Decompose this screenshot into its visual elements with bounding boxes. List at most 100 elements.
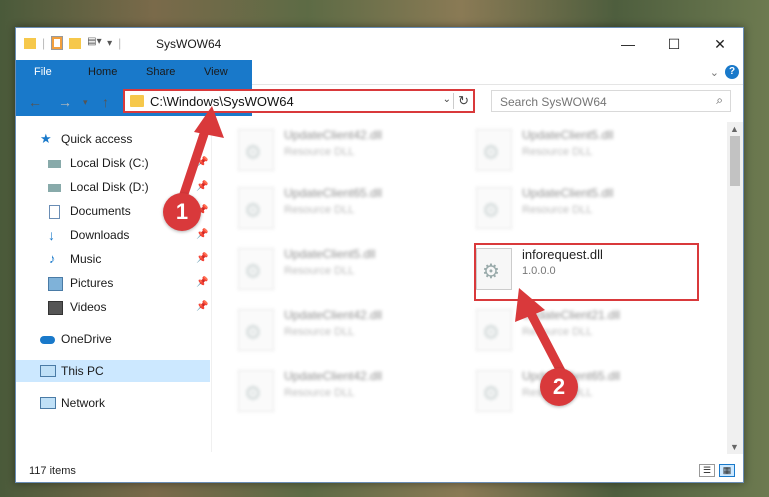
file-name: UpdateClient65.dll <box>284 186 383 200</box>
quick-access-toolbar: | ▤▾ ▾ | <box>24 36 121 50</box>
drive-icon <box>48 160 61 168</box>
music-icon: ♪ <box>49 251 56 266</box>
cloud-icon <box>40 336 55 344</box>
customize-icon[interactable]: ▤▾ <box>87 36 101 50</box>
nav-this-pc[interactable]: This PC <box>16 360 210 382</box>
new-folder-icon[interactable] <box>69 37 82 49</box>
pin-icon[interactable]: 📌 <box>196 272 208 294</box>
scroll-up-icon[interactable]: ▲ <box>730 124 739 134</box>
file-list: ⚙ UpdateClient42.dll Resource DLL ⚙ Upda… <box>216 122 726 454</box>
title-bar: | ▤▾ ▾ | SysWOW64 — ☐ ✕ <box>16 28 743 60</box>
tab-view[interactable]: View <box>190 60 242 84</box>
qa-dropdown-icon[interactable]: ▾ <box>107 38 112 49</box>
gear-icon: ⚙ <box>482 142 500 164</box>
address-row: ← → ▾ ↑ C:\Windows\SysWOW64 ⌄ ↻ ⌕ <box>16 85 743 119</box>
gear-icon: ⚙ <box>244 200 262 222</box>
item-count: 117 items <box>29 465 76 477</box>
search-icon[interactable]: ⌕ <box>716 93 723 108</box>
up-icon[interactable]: ↑ <box>102 94 109 110</box>
gear-icon: ⚙ <box>482 383 500 405</box>
file-type: Resource DLL <box>284 265 355 277</box>
drive-icon <box>48 184 61 192</box>
nav-label: Documents <box>70 204 131 218</box>
nav-label: Local Disk (D:) <box>70 180 149 194</box>
list-item[interactable]: ⚙ UpdateClient5.dll Resource DLL <box>454 122 654 178</box>
pictures-icon <box>48 277 63 291</box>
nav-label: Music <box>70 252 102 266</box>
refresh-icon[interactable]: ↻ <box>453 93 469 109</box>
nav-network[interactable]: Network <box>16 392 210 414</box>
nav-onedrive[interactable]: OneDrive <box>16 328 210 350</box>
step-badge-2: 2 <box>540 368 578 406</box>
search-input[interactable] <box>498 92 702 112</box>
file-type: Resource DLL <box>284 146 355 158</box>
file-name: UpdateClient5.dll <box>522 128 614 142</box>
scroll-down-icon[interactable]: ▼ <box>730 442 739 452</box>
nav-label: Network <box>61 396 106 410</box>
gear-icon: ⚙ <box>482 322 500 344</box>
gear-icon: ⚙ <box>244 322 262 344</box>
file-name: UpdateClient5.dll <box>522 186 614 200</box>
separator: | <box>118 36 122 50</box>
file-name: UpdateClient5.dll <box>284 247 376 261</box>
vertical-scrollbar[interactable]: ▲ ▼ <box>727 122 743 454</box>
nav-item-videos[interactable]: Videos 📌 <box>16 296 210 318</box>
gear-icon: ⚙ <box>244 142 262 164</box>
list-item[interactable]: ⚙ UpdateClient42.dll Resource DLL <box>216 363 416 419</box>
videos-icon <box>48 301 63 315</box>
nav-item-pictures[interactable]: Pictures 📌 <box>16 272 210 294</box>
recent-locations-icon[interactable]: ▾ <box>83 97 88 108</box>
list-item[interactable]: ⚙ UpdateClient42.dll Resource DLL <box>216 122 416 178</box>
forward-icon[interactable]: → <box>58 94 72 110</box>
file-type: Resource DLL <box>522 146 593 158</box>
gear-icon: ⚙ <box>482 200 500 222</box>
list-item[interactable]: ⚙ UpdateClient65.dll Resource DLL <box>216 180 416 236</box>
file-type: Resource DLL <box>522 204 593 216</box>
file-name: UpdateClient42.dll <box>284 308 383 322</box>
file-name: UpdateClient42.dll <box>284 128 383 142</box>
back-icon[interactable]: ← <box>28 94 42 110</box>
file-type: Resource DLL <box>284 326 355 338</box>
nav-item-music[interactable]: ♪ Music 📌 <box>16 248 210 270</box>
nav-label: This PC <box>61 364 104 378</box>
gear-icon: ⚙ <box>244 261 262 283</box>
maximize-button[interactable]: ☐ <box>651 28 697 60</box>
details-view-icon[interactable]: ☰ <box>699 464 715 477</box>
explorer-window: | ▤▾ ▾ | SysWOW64 — ☐ ✕ File Home Share … <box>15 27 744 483</box>
download-icon: ↓ <box>48 227 55 243</box>
nav-label: OneDrive <box>61 332 112 346</box>
ribbon: File Home Share View ⌄ ? <box>16 60 743 116</box>
file-type: Resource DLL <box>284 204 355 216</box>
gear-icon: ⚙ <box>244 383 262 405</box>
properties-icon[interactable] <box>51 36 64 50</box>
pin-icon[interactable]: 📌 <box>196 248 208 270</box>
star-icon: ★ <box>40 131 52 146</box>
list-item[interactable]: ⚙ UpdateClient5.dll Resource DLL <box>454 180 654 236</box>
list-item[interactable]: ⚙ UpdateClient42.dll Resource DLL <box>216 302 416 358</box>
pin-icon[interactable]: 📌 <box>196 224 208 246</box>
ribbon-collapse-icon[interactable]: ⌄ <box>710 66 719 79</box>
documents-icon <box>49 205 60 219</box>
file-type: Resource DLL <box>284 387 355 399</box>
separator: | <box>42 36 46 50</box>
help-icon[interactable]: ? <box>725 65 739 79</box>
tab-share[interactable]: Share <box>132 60 189 84</box>
computer-icon <box>40 365 56 377</box>
network-icon <box>40 397 56 409</box>
minimize-button[interactable]: — <box>605 28 651 60</box>
file-name: UpdateClient42.dll <box>284 369 383 383</box>
search-box[interactable]: ⌕ <box>491 90 731 112</box>
nav-label: Local Disk (C:) <box>70 156 149 170</box>
folder-icon <box>24 37 36 49</box>
nav-label: Pictures <box>70 276 114 290</box>
nav-label: Quick access <box>61 132 133 146</box>
chevron-down-icon[interactable]: ⌄ <box>443 94 451 105</box>
close-button[interactable]: ✕ <box>697 28 743 60</box>
scrollbar-thumb[interactable] <box>730 136 740 186</box>
pin-icon[interactable]: 📌 <box>196 296 208 318</box>
step-badge-1: 1 <box>163 193 201 231</box>
list-item[interactable]: ⚙ UpdateClient5.dll Resource DLL <box>216 241 416 297</box>
large-icons-view-icon[interactable]: ▦ <box>719 464 735 477</box>
window-title: SysWOW64 <box>156 37 222 51</box>
tab-home[interactable]: Home <box>74 60 131 84</box>
